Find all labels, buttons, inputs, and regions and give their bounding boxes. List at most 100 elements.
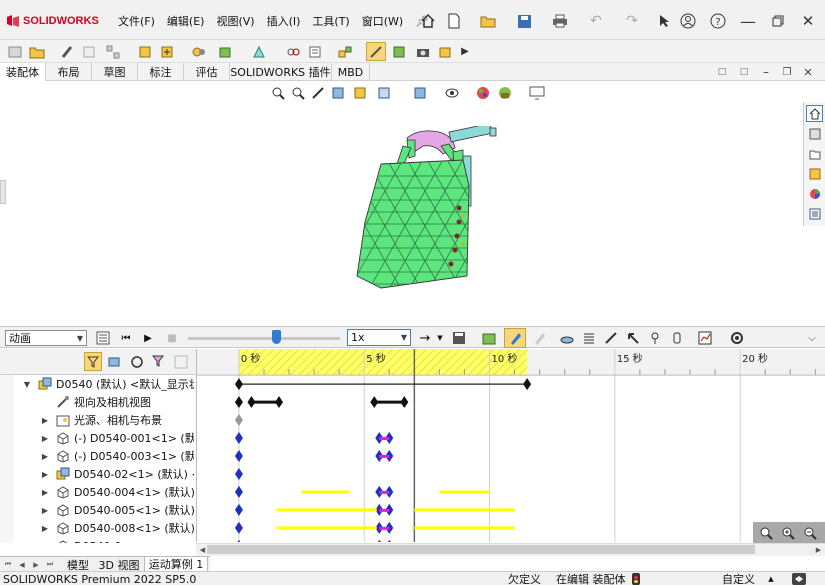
user-account-icon[interactable]: [678, 11, 698, 31]
next-tab-icon[interactable]: ▶: [30, 559, 42, 570]
chevron-right-icon[interactable]: ▶: [40, 434, 50, 443]
chevron-right-icon[interactable]: ▶: [40, 524, 50, 533]
spring-icon[interactable]: [580, 330, 598, 346]
collapse-motion-manager-icon[interactable]: ⌵: [804, 330, 820, 346]
menu-window[interactable]: 窗口(W): [356, 13, 409, 29]
tab-3d-views[interactable]: 3D 视图: [96, 557, 142, 572]
tab-evaluate[interactable]: 评估: [184, 63, 230, 81]
bill-of-materials-icon[interactable]: [306, 43, 324, 60]
apply-scene-icon[interactable]: [496, 85, 514, 101]
tree-item-part-004[interactable]: ▶ D0540-004<1> (默认) <-: [0, 483, 196, 501]
hide-show-items-icon[interactable]: [442, 85, 462, 101]
scrollbar-thumb[interactable]: [207, 545, 755, 554]
tree-item-view-camera[interactable]: 视向及相机视图: [0, 393, 196, 411]
help-icon[interactable]: ?: [708, 11, 728, 31]
assembly-3d-model[interactable]: [345, 126, 515, 302]
zoom-out-timeline-icon[interactable]: [779, 524, 797, 541]
component-preview-icon[interactable]: [80, 43, 98, 60]
chevron-right-icon[interactable]: ▶: [40, 488, 50, 497]
zoom-to-fit-icon[interactable]: [270, 85, 286, 101]
new-part-icon[interactable]: [28, 43, 46, 60]
tree-item-sub-02[interactable]: ▶ D0540-02<1> (默认) <默: [0, 465, 196, 483]
autokey-icon[interactable]: [504, 328, 526, 348]
tree-item-part-008[interactable]: ▶ D0540-008<1> (默认) <-: [0, 519, 196, 537]
last-tab-icon[interactable]: ⏭︎: [44, 559, 56, 570]
home-icon[interactable]: [418, 11, 438, 31]
minimize-icon[interactable]: —: [738, 11, 758, 31]
view-orientation-icon[interactable]: [374, 85, 394, 101]
graphics-area[interactable]: [0, 82, 825, 324]
scroll-left-icon[interactable]: ◀: [198, 544, 207, 555]
stop-icon[interactable]: ■: [164, 330, 180, 346]
take-snapshot-icon[interactable]: [414, 43, 432, 60]
motor-icon[interactable]: [558, 330, 576, 346]
timeline-area[interactable]: 0 秒 5 秒 10 秒 15 秒 20 秒: [196, 349, 825, 542]
chevron-down-icon[interactable]: ▼: [436, 330, 444, 346]
doc-restore-icon[interactable]: ❐: [780, 65, 794, 79]
new-document-icon[interactable]: [444, 11, 464, 31]
calculate-icon[interactable]: [94, 330, 112, 346]
play-from-start-icon[interactable]: ⏮︎: [118, 330, 134, 346]
tree-item-part-005[interactable]: ▶ D0540-005<1> (默认) <-: [0, 501, 196, 519]
previous-view-icon[interactable]: [310, 85, 326, 101]
insert-component-icon[interactable]: [6, 43, 24, 60]
chevron-right-icon[interactable]: ▶: [40, 452, 50, 461]
move-component-icon[interactable]: [158, 43, 176, 60]
view-settings-icon[interactable]: [528, 85, 546, 101]
section-view-icon[interactable]: [330, 85, 346, 101]
tab-markup[interactable]: 标注: [138, 63, 184, 81]
play-icon[interactable]: ▶: [140, 330, 156, 346]
undo-icon[interactable]: ↶: [586, 11, 606, 31]
menu-insert[interactable]: 插入(I): [261, 13, 307, 29]
panel-right-icon[interactable]: □: [737, 65, 751, 79]
tree-item-D0540[interactable]: ▼▶D0540 (默认) <默认_显示状态: [0, 375, 196, 393]
tab-motion-study-1[interactable]: 运动算例 1: [144, 557, 208, 572]
animation-wizard-icon[interactable]: [480, 330, 498, 346]
smart-fasteners-icon[interactable]: [136, 43, 154, 60]
edit-appearance-icon[interactable]: [474, 85, 492, 101]
tree-item-part-next[interactable]: ▶ D0540-0...: [0, 537, 196, 543]
quick-tips-icon[interactable]: [792, 573, 806, 585]
dynamic-annotation-icon[interactable]: [352, 85, 368, 101]
chevron-right-icon[interactable]: ▶: [40, 506, 50, 515]
tab-sketch[interactable]: 草图: [92, 63, 138, 81]
close-icon[interactable]: ✕: [798, 11, 818, 31]
playback-slider-track[interactable]: [188, 337, 340, 340]
chevron-right-icon[interactable]: ▶: [40, 470, 50, 479]
design-library-icon[interactable]: [806, 125, 823, 142]
menu-edit[interactable]: 编辑(E): [161, 13, 211, 29]
assembly-features-icon[interactable]: [216, 43, 234, 60]
display-style-icon[interactable]: [410, 85, 430, 101]
playback-mode-icon[interactable]: →: [416, 330, 434, 346]
tab-layout[interactable]: 布局: [46, 63, 92, 81]
tab-assembly[interactable]: 装配体: [0, 63, 46, 81]
save-animation-icon[interactable]: [450, 330, 468, 346]
redo-icon[interactable]: ↷: [622, 11, 642, 31]
save-icon[interactable]: [514, 11, 534, 31]
menu-file[interactable]: 文件(F): [112, 13, 161, 29]
print-icon[interactable]: [550, 11, 570, 31]
playback-speed-select[interactable]: 1x ▼: [347, 329, 411, 346]
scroll-right-icon[interactable]: ▶: [814, 544, 823, 555]
chevron-right-icon[interactable]: ▶: [40, 416, 50, 425]
damper-icon[interactable]: [602, 330, 620, 346]
menu-view[interactable]: 视图(V): [210, 13, 260, 29]
chevron-up-icon[interactable]: ▲: [767, 574, 775, 584]
update-speedpak-icon[interactable]: [390, 43, 408, 60]
tree-item-part-003[interactable]: ▶ (-) D0540-003<1> (默认): [0, 447, 196, 465]
view-palette-icon[interactable]: [806, 165, 823, 182]
contact-icon[interactable]: [646, 330, 664, 346]
instant3d-icon[interactable]: [366, 42, 386, 61]
restore-icon[interactable]: [768, 11, 788, 31]
exploded-view-icon[interactable]: [336, 43, 354, 60]
resources-home-icon[interactable]: [806, 105, 823, 122]
chevron-right-icon[interactable]: ▶: [40, 542, 50, 544]
zoom-to-area-icon[interactable]: [290, 85, 306, 101]
motion-study-properties-icon[interactable]: [728, 330, 746, 346]
feature-tree-flyout-handle[interactable]: [0, 180, 6, 204]
chevron-down-icon[interactable]: ▼: [22, 380, 32, 389]
gravity-icon[interactable]: [668, 330, 686, 346]
zoom-in-timeline-icon[interactable]: [757, 524, 775, 541]
tab-solidworks-addins[interactable]: SOLIDWORKS 插件: [230, 63, 332, 81]
rebuild-status-icon[interactable]: [632, 573, 640, 585]
